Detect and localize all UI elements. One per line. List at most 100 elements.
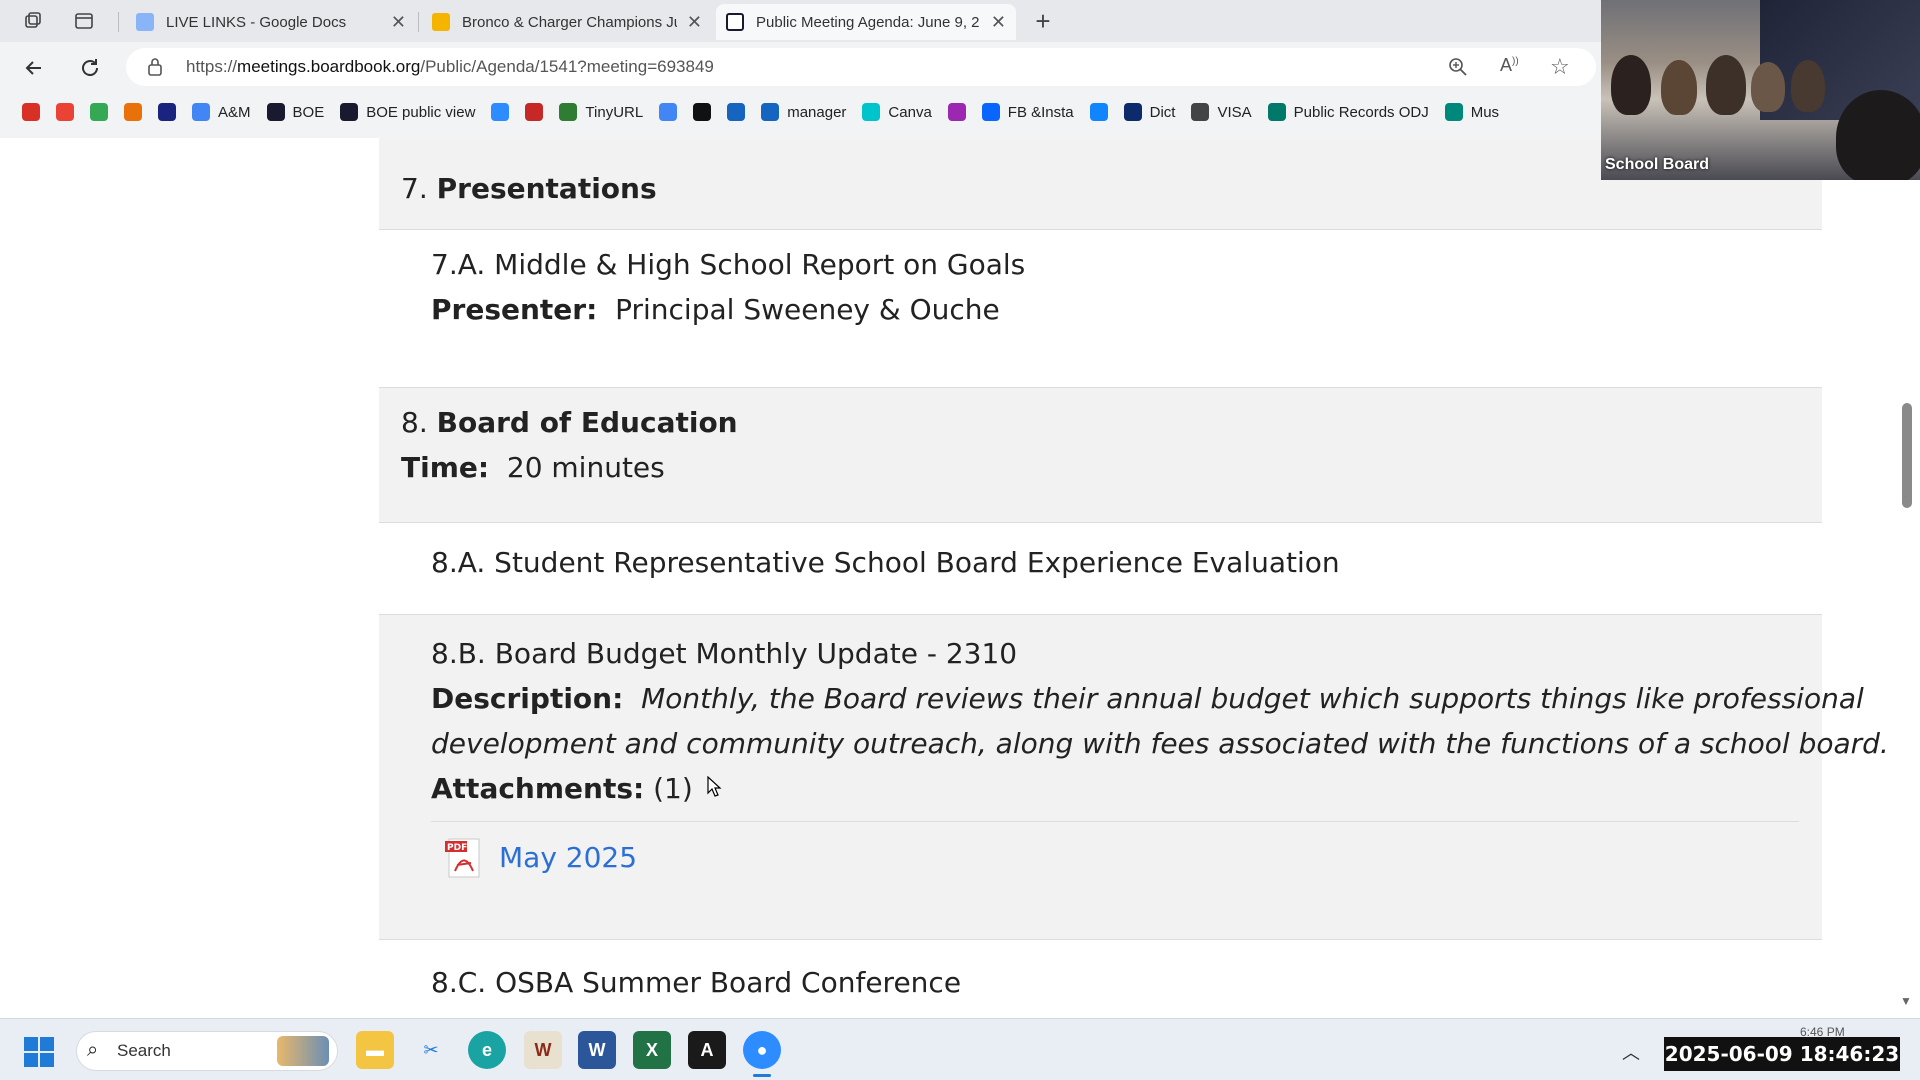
bookmark-canva[interactable]: Canva — [854, 98, 939, 126]
gmail-icon — [56, 103, 74, 121]
bookmark-icon-only[interactable] — [1082, 98, 1116, 126]
refresh-icon[interactable] — [76, 54, 104, 82]
canva-icon — [862, 103, 881, 121]
snipping-tool-icon[interactable]: ✂ — [412, 1031, 450, 1069]
scroll-down-icon[interactable]: ▼ — [1900, 994, 1912, 1008]
board-icon — [340, 103, 359, 121]
openai-icon — [693, 103, 712, 121]
bookmark-manager[interactable]: manager — [753, 98, 854, 126]
bookmark-icon-only[interactable] — [14, 98, 48, 126]
board-icon — [266, 103, 285, 121]
bookmark-dict[interactable]: Dict — [1116, 98, 1184, 126]
acrobat-icon[interactable]: A — [688, 1031, 726, 1069]
back-icon[interactable] — [20, 54, 48, 82]
agenda-page: 7. Presentations 7.A. Middle & High Scho… — [0, 138, 1920, 1018]
tray-chevron-icon[interactable]: ︿ — [1622, 1039, 1640, 1065]
agenda-item-heading: 8. Board of Education — [401, 406, 738, 439]
writer-icon[interactable]: W — [524, 1031, 562, 1069]
bookmark-icon-only[interactable] — [483, 98, 517, 126]
ring-icon — [158, 103, 176, 121]
tab-google-docs[interactable]: LIVE LINKS - Google Docs ✕ — [126, 4, 416, 40]
workspaces-icon[interactable] — [20, 8, 46, 34]
bookmark-label: Dict — [1149, 103, 1176, 121]
bookmark-icon-only[interactable] — [651, 98, 685, 126]
chart-icon — [1444, 103, 1463, 121]
favorite-star-icon[interactable]: ☆ — [1550, 54, 1570, 80]
attachments-line: Attachments: (1) — [431, 772, 693, 805]
bookmark-label: Canva — [888, 103, 932, 121]
docs-icon — [136, 13, 154, 31]
drive-icon — [90, 103, 108, 121]
grid-icon — [947, 103, 966, 121]
tab-title: Public Meeting Agenda: June 9, 2 — [756, 13, 980, 31]
read-aloud-icon[interactable]: A)) — [1500, 55, 1519, 76]
tab-public-meeting-agenda[interactable]: Public Meeting Agenda: June 9, 2 ✕ — [716, 4, 1016, 40]
zoom-app-icon[interactable]: ● — [743, 1031, 781, 1069]
scroll-thumb[interactable] — [1902, 403, 1912, 508]
windows-start-icon[interactable] — [24, 1037, 54, 1067]
search-placeholder: Search — [117, 1041, 171, 1060]
bookmark-boe[interactable]: BOE — [259, 98, 333, 126]
edge-icon[interactable]: e — [468, 1031, 506, 1069]
bookmark-label: TinyURL — [585, 103, 644, 121]
bookmark-tinyurl[interactable]: TinyURL — [551, 98, 651, 126]
photos-icon — [124, 103, 142, 121]
bookmark-public-records-odj[interactable]: Public Records ODJ — [1260, 98, 1437, 126]
word-icon[interactable]: W — [578, 1031, 616, 1069]
link-icon — [559, 103, 578, 121]
bookmark-label: Public Records ODJ — [1293, 103, 1429, 121]
bookmark-visa[interactable]: VISA — [1183, 98, 1259, 126]
slides-icon — [432, 13, 450, 31]
new-tab-icon[interactable]: + — [1030, 6, 1056, 36]
excel-icon[interactable]: X — [633, 1031, 671, 1069]
bookmark-icon-only[interactable] — [719, 98, 753, 126]
bookmark-fb-insta[interactable]: FB &Insta — [974, 98, 1082, 126]
description-line-2: development and community outreach, alon… — [431, 727, 1889, 760]
page-scrollbar[interactable]: ▼ — [1894, 138, 1920, 1018]
agenda-item-title: 8.A. Student Representative School Board… — [431, 546, 1340, 579]
tab-title: Bronco & Charger Champions Jun — [462, 13, 677, 31]
tab-actions-icon[interactable] — [71, 8, 97, 34]
bookmark-icon-only[interactable] — [517, 98, 551, 126]
svg-text:PDF: PDF — [447, 843, 467, 853]
bookmark-icon-only[interactable] — [116, 98, 150, 126]
taskbar-search[interactable]: ⌕ Search — [76, 1031, 338, 1071]
bookmark-icon-only[interactable] — [82, 98, 116, 126]
agenda-item-title: 8.B. Board Budget Monthly Update - 2310 — [431, 637, 1018, 670]
video-person — [1751, 62, 1785, 112]
bookmark-icon-only[interactable] — [685, 98, 719, 126]
zoom-icon[interactable] — [1448, 57, 1468, 82]
tab-title: LIVE LINKS - Google Docs — [166, 13, 347, 31]
bookmark-boe-public-view[interactable]: BOE public view — [332, 98, 483, 126]
url-field[interactable]: https://meetings.boardbook.org/Public/Ag… — [126, 48, 1596, 86]
bookmark-icon-only[interactable] — [48, 98, 82, 126]
pen-icon — [525, 103, 544, 121]
tab-bronco-charger[interactable]: Bronco & Charger Champions Jun ✕ — [422, 4, 712, 40]
timestamp-overlay: 2025-06-09 18:46:23 — [1664, 1037, 1900, 1071]
active-app-indicator — [753, 1074, 771, 1077]
bookmark-a-m[interactable]: A&M — [184, 98, 259, 126]
video-call-overlay[interactable]: School Board — [1601, 0, 1920, 180]
pdf-icon[interactable]: PDF — [445, 837, 485, 879]
hourglass-icon — [727, 103, 746, 121]
attachment-link-may-2025[interactable]: May 2025 — [499, 841, 637, 874]
agenda-item-8b: 8.B. Board Budget Monthly Update - 2310 … — [379, 614, 1889, 940]
url-text: https://meetings.boardbook.org/Public/Ag… — [186, 57, 714, 76]
video-person — [1611, 55, 1651, 115]
close-icon[interactable]: ✕ — [687, 12, 702, 33]
video-label: School Board — [1605, 156, 1710, 173]
globe-icon — [1191, 103, 1210, 121]
video-person — [1836, 90, 1920, 180]
red-circle-icon — [22, 103, 40, 121]
file-explorer-icon[interactable]: ▬ — [356, 1031, 394, 1069]
lock-icon[interactable] — [146, 57, 164, 82]
meta-icon — [981, 103, 1000, 121]
search-icon: ⌕ — [87, 1039, 99, 1061]
close-icon[interactable]: ✕ — [991, 12, 1006, 33]
bookmark-icon-only[interactable] — [940, 98, 974, 126]
bookmark-label: Mus — [1470, 103, 1500, 121]
agenda-item-8c: 8.C. OSBA Summer Board Conference — [379, 940, 1822, 1018]
close-icon[interactable]: ✕ — [391, 12, 406, 33]
bookmark-icon-only[interactable] — [150, 98, 184, 126]
bookmark-mus[interactable]: Mus — [1437, 98, 1507, 126]
